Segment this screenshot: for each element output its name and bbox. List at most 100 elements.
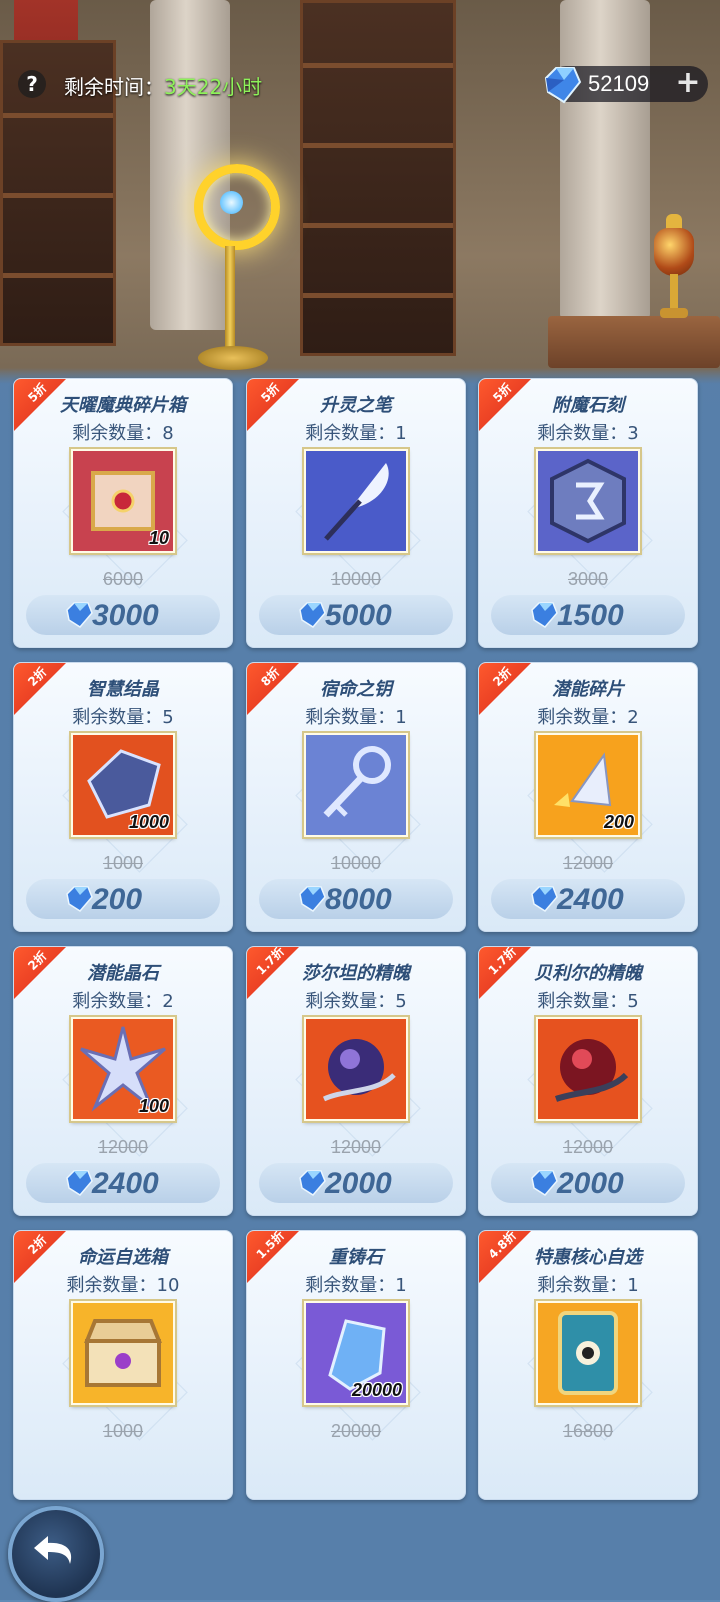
item-icon-frame (536, 1301, 640, 1405)
shop-item-card[interactable]: 1.5折 重铸石 剩余数量：1 20000 20000 (246, 1230, 466, 1500)
help-button[interactable]: ? (18, 70, 46, 98)
sale-price: 2400 (557, 883, 624, 916)
item-icon-frame (304, 733, 408, 837)
item-name: 重铸石 (329, 1247, 383, 1268)
remaining-time-value: 3天22小时 (164, 75, 263, 99)
red-orb-icon (538, 1019, 638, 1119)
shop-item-card[interactable]: 2折 智慧结晶 剩余数量：5 1000 1000 200 (13, 662, 233, 932)
item-icon-frame (71, 1301, 175, 1405)
diamond-icon (66, 1170, 93, 1196)
item-stock: 剩余数量：2 (72, 991, 174, 1012)
shop-item-card[interactable]: 2折 潜能碎片 剩余数量：2 200 12000 2400 (478, 662, 698, 932)
bookcase-center (300, 0, 456, 356)
original-price: 10000 (330, 569, 382, 589)
shop-item-card[interactable]: 1.7折 莎尔坦的精魄 剩余数量：5 12000 2000 (246, 946, 466, 1216)
shop-item-card[interactable]: 2折 命运自选箱 剩余数量：10 1000 (13, 1230, 233, 1500)
rune-stone-icon (538, 451, 638, 551)
item-quantity: 100 (138, 1096, 169, 1116)
item-stock: 剩余数量：5 (72, 707, 174, 728)
item-quantity: 200 (603, 812, 634, 832)
diamond-icon (299, 1170, 326, 1196)
item-name: 命运自选箱 (78, 1247, 168, 1268)
shop-item-card[interactable]: 5折 天曜魔典碎片箱 剩余数量：8 10 6000 3000 (13, 378, 233, 648)
dark-orb-icon (306, 1019, 406, 1119)
item-icon-frame (536, 1017, 640, 1121)
shop-item-card[interactable]: 4.8折 特惠核心自选 剩余数量：1 16800 (478, 1230, 698, 1500)
diamond-icon (66, 602, 93, 628)
buy-button[interactable]: 200 (26, 879, 220, 919)
item-name: 智慧结晶 (87, 679, 159, 700)
buy-button[interactable]: 2400 (26, 1163, 220, 1203)
sale-price: 8000 (325, 883, 392, 916)
item-quantity: 10 (148, 528, 169, 548)
item-name: 贝利尔的精魄 (534, 963, 642, 984)
diamond-icon (531, 602, 558, 628)
original-price: 12000 (562, 1137, 614, 1157)
item-icon-frame: 100 (71, 1017, 175, 1121)
sale-price: 200 (92, 883, 143, 916)
item-icon-frame: 200 (536, 733, 640, 837)
shop-item-card[interactable]: 8折 宿命之钥 剩余数量：1 10000 8000 (246, 662, 466, 932)
original-price: 12000 (330, 1137, 382, 1157)
original-price: 6000 (102, 569, 144, 589)
item-name: 宿命之钥 (320, 679, 392, 700)
original-price: 12000 (562, 853, 614, 873)
add-currency-button[interactable]: + (674, 68, 702, 98)
item-icon-frame (304, 449, 408, 553)
top-bar: ? 剩余时间：3天22小时 52109 + (0, 62, 720, 106)
item-stock: 剩余数量：1 (305, 423, 407, 444)
diamond-icon (531, 886, 558, 912)
sale-price: 3000 (92, 599, 159, 632)
original-price: 3000 (567, 569, 609, 589)
item-stock: 剩余数量：1 (305, 1275, 407, 1296)
buy-button[interactable]: 5000 (259, 595, 453, 635)
item-icon-frame: 20000 (304, 1301, 408, 1405)
column-right (560, 0, 650, 320)
shop-item-card[interactable]: 1.7折 贝利尔的精魄 剩余数量：5 12000 2000 (478, 946, 698, 1216)
item-stock: 剩余数量：3 (537, 423, 639, 444)
original-price: 16800 (562, 1421, 614, 1441)
item-stock: 剩余数量：1 (305, 707, 407, 728)
back-arrow-icon (34, 1536, 72, 1564)
sale-price: 2400 (92, 1167, 159, 1200)
original-price: 20000 (330, 1421, 382, 1441)
buy-button[interactable]: 3000 (26, 595, 220, 635)
item-icon-frame (536, 449, 640, 553)
item-stock: 剩余数量：2 (537, 707, 639, 728)
original-price: 12000 (97, 1137, 149, 1157)
item-stock: 剩余数量：8 (72, 423, 174, 444)
item-icon-frame: 10 (71, 449, 175, 553)
quill-pen-icon (306, 451, 406, 551)
item-stock: 剩余数量：10 (66, 1275, 180, 1296)
sale-price: 2000 (325, 1167, 392, 1200)
back-button[interactable] (8, 1506, 104, 1602)
item-quantity: 1000 (128, 812, 169, 832)
remaining-time-label: 剩余时间： (64, 75, 164, 99)
core-card-icon (538, 1303, 638, 1403)
buy-button[interactable]: 2000 (491, 1163, 685, 1203)
diamond-icon (66, 886, 93, 912)
remaining-time: 剩余时间：3天22小时 (64, 71, 262, 100)
golden-orb-stand (190, 150, 280, 380)
buy-button[interactable]: 2000 (259, 1163, 453, 1203)
original-price: 10000 (330, 853, 382, 873)
item-name: 潜能碎片 (552, 679, 624, 700)
item-icon-frame: 1000 (71, 733, 175, 837)
item-name: 升灵之笔 (320, 395, 392, 416)
buy-button[interactable]: 2400 (491, 879, 685, 919)
key-icon (306, 735, 406, 835)
buy-button[interactable]: 8000 (259, 879, 453, 919)
sale-price: 2000 (557, 1167, 624, 1200)
diamond-icon (299, 886, 326, 912)
side-table (548, 316, 720, 368)
shop-item-card[interactable]: 5折 附魔石刻 剩余数量：3 3000 1500 (478, 378, 698, 648)
original-price: 1000 (102, 853, 144, 873)
item-icon-frame (304, 1017, 408, 1121)
buy-button[interactable]: 1500 (491, 595, 685, 635)
shop-item-card[interactable]: 2折 潜能晶石 剩余数量：2 100 12000 2400 (13, 946, 233, 1216)
diamond-icon (531, 1170, 558, 1196)
item-stock: 剩余数量：5 (537, 991, 639, 1012)
shop-item-card[interactable]: 5折 升灵之笔 剩余数量：1 10000 5000 (246, 378, 466, 648)
item-stock: 剩余数量：1 (537, 1275, 639, 1296)
item-name: 附魔石刻 (552, 395, 624, 416)
